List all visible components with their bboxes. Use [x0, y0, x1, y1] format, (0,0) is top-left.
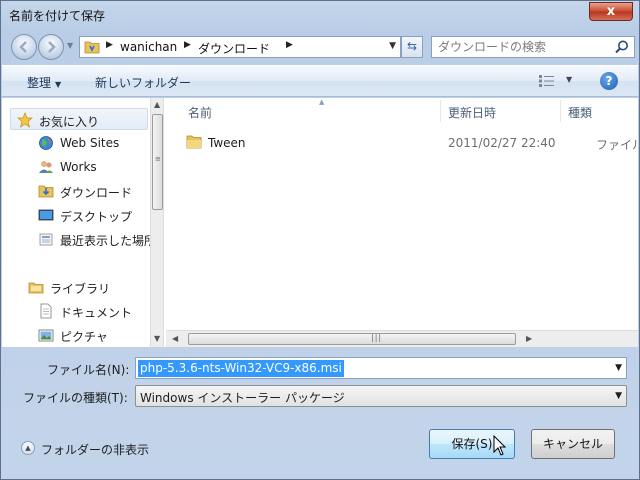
navigation-pane: お気に入り Web Sites Works ダウンロード デスクトップ 最近表示… [2, 98, 164, 347]
recent-places-icon [39, 233, 53, 246]
sidebar-item-pictures[interactable]: ピクチャ [38, 324, 163, 346]
scroll-left-arrow-icon[interactable]: ◀ [172, 334, 178, 343]
filename-input[interactable]: php-5.3.6-nts-Win32-VC9-x86.msi ▼ [135, 357, 627, 379]
desktop-icon [38, 209, 54, 221]
title-bar[interactable]: 名前を付けて保存 x [1, 1, 639, 29]
sidebar-item-libraries[interactable]: ライブラリ [28, 276, 163, 298]
breadcrumb-separator-icon[interactable]: ▶ [106, 40, 113, 50]
sidebar-item-label: お気に入り [39, 115, 100, 129]
breadcrumb-separator-icon[interactable]: ▶ [286, 40, 293, 50]
refresh-button[interactable]: ⇆ [401, 36, 423, 58]
navigation-bar: ▼ ▶ wanichan ▶ ダウンロード ▶ ▼ ⇆ [5, 31, 635, 63]
organize-label: 整理 [27, 76, 52, 90]
globe-icon [39, 136, 53, 150]
folder-icon [186, 135, 202, 149]
column-header-name[interactable]: 名前 ▲ [180, 98, 440, 123]
search-icon[interactable] [614, 39, 630, 55]
filetype-value: Windows インストーラー パッケージ [140, 391, 345, 405]
recent-pages-chevron-icon[interactable]: ▼ [67, 41, 73, 50]
chevron-down-icon[interactable]: ▼ [615, 391, 622, 401]
chevron-down-icon: ▼ [55, 80, 62, 89]
star-icon [17, 112, 33, 128]
sidebar-item-label: デスクトップ [60, 210, 133, 224]
arrow-left-icon [19, 41, 27, 53]
arrow-right-icon [48, 41, 56, 53]
chevron-down-icon: ▼ [566, 75, 573, 84]
download-folder-icon [38, 185, 54, 198]
back-button[interactable] [11, 34, 37, 60]
file-name: Tween [208, 136, 246, 150]
address-bar[interactable]: ▶ wanichan ▶ ダウンロード ▶ ▼ [79, 36, 401, 58]
sidebar-item-desktop[interactable]: デスクトップ [38, 204, 163, 226]
scroll-up-arrow-icon[interactable]: ▲ [154, 100, 160, 109]
navigation-pane-scrollbar[interactable]: ▲ ≡ ▼ [150, 98, 163, 347]
sort-ascending-icon: ▲ [319, 98, 325, 106]
folder-icon [84, 41, 100, 54]
sidebar-item-label: ライブラリ [50, 282, 111, 296]
organize-menu-button[interactable]: 整理 ▼ [27, 74, 61, 91]
hide-folders-label: フォルダーの非表示 [41, 443, 150, 457]
mouse-pointer-icon [493, 435, 507, 456]
close-button[interactable]: x [589, 2, 633, 21]
scrollbar-thumb[interactable]: ≡ [152, 114, 163, 210]
sidebar-item-label: ドキュメント [60, 306, 133, 320]
scroll-right-arrow-icon[interactable]: ▶ [526, 334, 532, 343]
column-header-label: 種類 [568, 106, 593, 120]
change-view-button[interactable]: ▼ [538, 74, 574, 90]
chevron-up-icon: ▲ [21, 441, 35, 455]
breadcrumb-downloads[interactable]: ダウンロード [198, 40, 270, 57]
breadcrumb-wanichan[interactable]: wanichan [120, 40, 177, 54]
search-box[interactable] [431, 36, 635, 58]
sidebar-item-favorites[interactable]: お気に入り [10, 108, 148, 130]
filetype-select[interactable]: Windows インストーラー パッケージ ▼ [135, 385, 627, 407]
scroll-down-arrow-icon[interactable]: ▼ [154, 334, 160, 343]
address-dropdown-icon[interactable]: ▼ [389, 41, 396, 51]
sidebar-item-label: Web Sites [60, 136, 120, 150]
sidebar-item-documents[interactable]: ドキュメント [38, 300, 163, 322]
command-toolbar: 整理 ▼ 新しいフォルダー ▼ ? [2, 65, 638, 97]
refresh-icon: ⇆ [406, 39, 418, 53]
file-row[interactable]: Tween 2011/02/27 22:40 ファイル フォルダー [180, 132, 638, 154]
sidebar-item-recent-places[interactable]: 最近表示した場所 [38, 228, 163, 250]
filetype-label: ファイルの種類(T): [23, 391, 128, 405]
sidebar-item-works[interactable]: Works [38, 156, 163, 178]
browser-area: お気に入り Web Sites Works ダウンロード デスクトップ 最近表示… [2, 98, 638, 347]
forward-button[interactable] [38, 34, 64, 60]
help-icon[interactable]: ? [600, 72, 618, 90]
column-header-date[interactable]: 更新日時 [440, 98, 560, 123]
filename-label: ファイル名(N): [47, 363, 130, 377]
search-input[interactable] [434, 38, 610, 56]
sidebar-item-label: ピクチャ [60, 330, 108, 344]
column-header-label: 更新日時 [448, 106, 497, 120]
chevron-down-icon[interactable]: ▼ [615, 363, 622, 373]
save-as-dialog: 名前を付けて保存 x ▼ ▶ wanichan ▶ ダウンロード ▶ ▼ ⇆ ダ… [0, 0, 640, 480]
breadcrumb-separator-icon[interactable]: ▶ [184, 40, 191, 50]
filename-value[interactable]: php-5.3.6-nts-Win32-VC9-x86.msi [138, 360, 344, 377]
column-header-type[interactable]: 種類 [560, 98, 638, 123]
view-list-icon [539, 75, 554, 87]
sidebar-item-downloads[interactable]: ダウンロード [38, 180, 163, 202]
file-list-pane: 名前 ▲ 更新日時 種類 Tween 2011/02/27 22:40 ファイル… [166, 98, 638, 347]
people-icon [39, 161, 53, 173]
sidebar-item-label: ダウンロード [60, 186, 133, 200]
new-folder-button[interactable]: 新しいフォルダー [95, 74, 191, 91]
cancel-button[interactable]: キャンセル [531, 429, 615, 459]
scrollbar-thumb[interactable]: ||| [188, 333, 516, 345]
grip-icon: ≡ [155, 155, 161, 163]
sidebar-item-label: 最近表示した場所 [60, 234, 157, 248]
library-icon [28, 282, 44, 294]
file-type: ファイル フォルダー [596, 138, 638, 152]
grip-icon: ||| [371, 333, 383, 342]
file-list-horizontal-scrollbar[interactable]: ◀ ||| ▶ [166, 330, 638, 347]
window-title: 名前を付けて保存 [9, 9, 106, 23]
document-icon [40, 303, 52, 319]
column-header-label: 名前 [188, 106, 213, 120]
sidebar-item-label: Works [60, 160, 97, 174]
sidebar-item-web-sites[interactable]: Web Sites [38, 132, 163, 154]
file-date: 2011/02/27 22:40 [448, 136, 556, 150]
picture-icon [38, 329, 54, 342]
